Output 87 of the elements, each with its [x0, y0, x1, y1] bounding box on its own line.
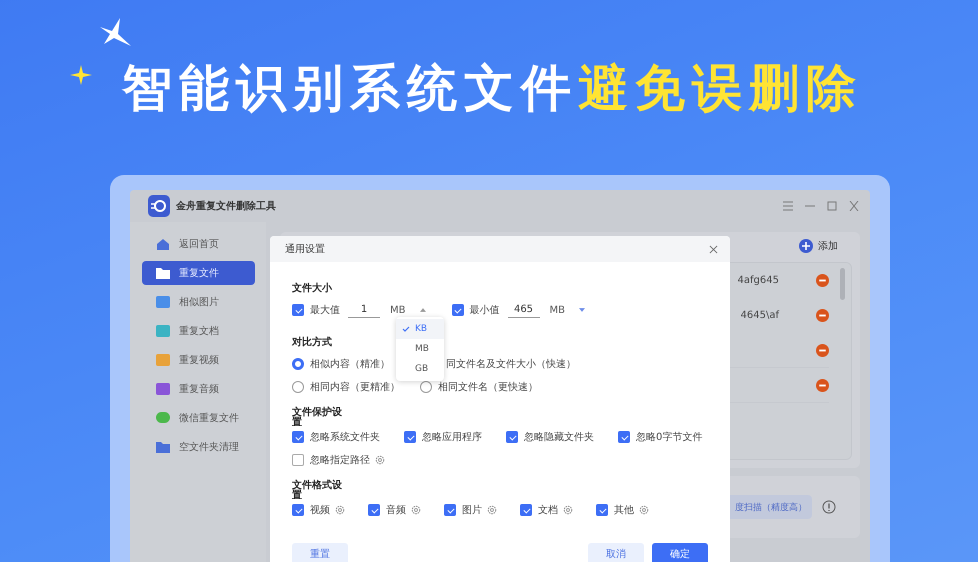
section-heading: 文件大小	[292, 283, 332, 295]
checkbox[interactable]	[444, 504, 456, 516]
path-text: 4afg645	[738, 274, 779, 286]
cancel-button[interactable]: 取消	[588, 543, 644, 562]
checkbox[interactable]	[520, 504, 532, 516]
sidebar-item[interactable]: 微信重复文件	[142, 406, 255, 430]
folder-icon	[156, 267, 170, 279]
checkbox[interactable]	[292, 304, 304, 316]
settings-icon[interactable]	[639, 505, 649, 515]
settings-icon[interactable]	[411, 505, 421, 515]
sidebar-item[interactable]: 重复视频	[142, 348, 255, 372]
option-label: 文档	[538, 504, 558, 517]
option-label: 最小值	[470, 304, 500, 317]
dialog-title: 通用设置	[285, 242, 325, 256]
caret-icon[interactable]	[579, 308, 585, 312]
sidebar-item[interactable]: 空文件夹清理	[142, 435, 255, 459]
info-icon[interactable]	[822, 500, 836, 514]
option-label: 视频	[310, 504, 330, 517]
menu-icon[interactable]	[782, 201, 794, 211]
checkbox[interactable]	[506, 431, 518, 443]
house-icon	[156, 238, 170, 250]
remove-icon[interactable]	[816, 274, 829, 286]
sidebar-item[interactable]: 相似图片	[142, 290, 255, 314]
sidebar-item[interactable]: 返回首页	[142, 232, 255, 256]
section-heading: 对比方式	[292, 337, 332, 349]
unit-select[interactable]: MB	[390, 304, 406, 316]
remove-icon[interactable]	[816, 344, 829, 356]
sidebar-item[interactable]: 重复音频	[142, 377, 255, 401]
checkbox[interactable]	[618, 431, 630, 443]
ok-button[interactable]: 确定	[652, 543, 708, 562]
logo-icon	[148, 195, 170, 217]
radio-button[interactable]	[292, 381, 304, 393]
check-icon	[402, 326, 410, 332]
checkbox[interactable]	[404, 431, 416, 443]
settings-icon[interactable]	[487, 505, 497, 515]
remove-icon[interactable]	[816, 308, 829, 322]
path-text: 4645\af	[740, 310, 779, 320]
checkbox[interactable]	[292, 454, 304, 466]
radio-button[interactable]	[292, 358, 304, 370]
checkbox[interactable]	[292, 504, 304, 516]
checkbox[interactable]	[452, 304, 464, 316]
checkbox[interactable]	[368, 504, 380, 516]
settings-icon[interactable]	[335, 505, 345, 515]
sidebar-item[interactable]: 重复文档	[142, 319, 255, 343]
add-button[interactable]: 添加	[799, 236, 852, 256]
option-label: 忽略系统文件夹	[310, 430, 380, 444]
maximize-icon[interactable]	[826, 201, 838, 211]
chat-bubble-icon	[156, 412, 170, 424]
headline: 智能识别系统文件	[122, 59, 578, 117]
option-label: 图片	[462, 504, 482, 517]
settings-icon[interactable]	[375, 455, 385, 465]
section-heading: 文件格式设置	[292, 481, 343, 501]
close-icon[interactable]	[709, 244, 718, 254]
folder-icon	[156, 441, 170, 453]
option-label: 忽略隐藏文件夹	[524, 430, 594, 444]
close-icon[interactable]	[848, 201, 860, 211]
option-label: 其他	[614, 504, 634, 517]
scrollbar[interactable]	[840, 268, 845, 300]
option-label: 最大值	[310, 304, 340, 317]
settings-icon[interactable]	[563, 505, 573, 515]
size-input[interactable]: 465	[508, 302, 540, 318]
option-label: 相同文件名（更快速）	[438, 380, 538, 394]
reset-button[interactable]: 重置	[292, 543, 348, 562]
radio-button[interactable]	[420, 381, 432, 393]
caret-icon[interactable]	[420, 308, 426, 312]
option-label: 相同内容（更精准）	[310, 380, 400, 394]
option-label: 忽略指定路径	[310, 454, 370, 467]
sparkle-icon	[98, 17, 132, 47]
sidebar-item[interactable]: 重复文件	[142, 261, 255, 285]
section-heading: 文件保护设置	[292, 408, 343, 428]
option-label: 忽略0字节文件	[636, 430, 702, 444]
option-label: 忽略应用程序	[422, 430, 482, 444]
option-label: 同文件名及文件大小（快速）	[446, 358, 576, 371]
dropdown-option[interactable]: KB	[396, 319, 444, 339]
unit-select[interactable]: MB	[550, 304, 565, 316]
headline-highlight: 避免误删除	[578, 59, 863, 117]
plus-icon	[799, 239, 813, 253]
remove-icon[interactable]	[816, 378, 829, 392]
dropdown-option[interactable]: GB	[396, 359, 444, 379]
dropdown-option[interactable]: MB	[396, 339, 444, 359]
option-label: 相似内容（精准）	[310, 358, 390, 371]
sparkle-icon	[70, 65, 92, 85]
checkbox[interactable]	[292, 431, 304, 443]
option-label: 音频	[386, 504, 406, 517]
window-title: 金舟重复文件删除工具	[176, 199, 276, 213]
size-input[interactable]: 1	[348, 302, 380, 318]
checkbox[interactable]	[596, 504, 608, 516]
